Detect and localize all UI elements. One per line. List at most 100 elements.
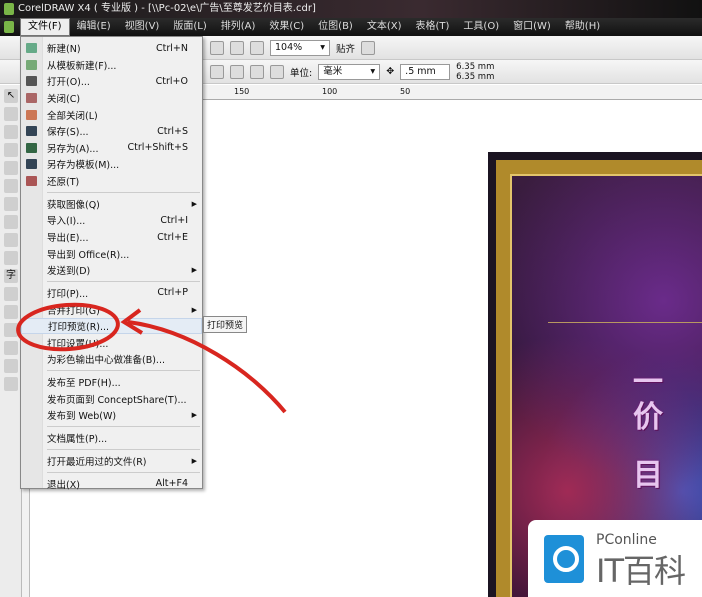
menu-item[interactable]: 打印(P)... Ctrl+P xyxy=(21,285,202,302)
menu-item[interactable]: 另存为模板(M)... xyxy=(21,156,202,173)
polygon-tool-icon[interactable] xyxy=(4,233,18,247)
toolbox: ↖ 字 xyxy=(0,85,22,597)
tooltip: 打印预览 xyxy=(203,316,248,333)
menu-5[interactable]: 效果(C) xyxy=(262,19,311,35)
duplicate-x-input[interactable]: 6.35 mm xyxy=(456,62,494,72)
menu-item-icon xyxy=(26,479,37,489)
menu-item[interactable]: 另存为(A)... Ctrl+Shift+S xyxy=(21,140,202,157)
application-launcher-icon[interactable] xyxy=(250,40,264,55)
menu-8[interactable]: 表格(T) xyxy=(409,19,457,35)
freehand-tool-icon[interactable] xyxy=(4,161,18,175)
effects-tool-icon[interactable] xyxy=(4,305,18,319)
menu-bar: 文件(F) 编辑(E) 视图(V) 版面(L) 排列(A) 效果(C) 位图(B) 文本(X)… xyxy=(0,18,702,36)
menu-item[interactable]: 导出(E)... Ctrl+E xyxy=(21,229,202,246)
options-icon[interactable] xyxy=(361,40,376,55)
table-tool-icon[interactable] xyxy=(4,287,18,301)
menu-item[interactable]: 合并打印(G) ▶ xyxy=(21,301,202,318)
menu-item-label: 发送到(D) xyxy=(47,266,91,278)
menu-item-icon xyxy=(26,176,37,187)
menu-6[interactable]: 位图(B) xyxy=(311,19,360,35)
menu-item-icon xyxy=(26,456,37,466)
zoom-select[interactable]: 104% ▾ xyxy=(270,39,330,56)
ellipse-tool-icon[interactable] xyxy=(4,215,18,229)
fill-tool-icon[interactable] xyxy=(4,359,18,373)
menu-item[interactable]: 发布到 Web(W) ▶ xyxy=(21,407,202,424)
menu-item[interactable]: 发布至 PDF(H)... xyxy=(21,374,202,391)
poster-char: 价 xyxy=(633,400,663,435)
menu-item-icon xyxy=(26,305,37,315)
menu-3[interactable]: 版面(L) xyxy=(166,19,213,35)
landscape-icon[interactable] xyxy=(230,64,244,79)
nudge-input[interactable]: .5 mm xyxy=(400,63,451,80)
menu-item-label: 打印预览(R)... xyxy=(48,322,110,334)
menu-item-icon xyxy=(26,199,37,209)
shape-tool-icon[interactable] xyxy=(4,107,18,121)
menu-item-label: 获取图像(Q) xyxy=(47,199,100,211)
menu-item-label: 还原(T) xyxy=(47,177,80,189)
menu-item[interactable]: 从模板新建(F)... xyxy=(21,57,202,74)
menu-item-icon xyxy=(26,265,37,275)
outline-tool-icon[interactable] xyxy=(4,341,18,355)
menu-7[interactable]: 文本(X) xyxy=(360,19,409,35)
basic-shapes-icon[interactable] xyxy=(4,251,18,265)
menu-item-label: 关闭(C) xyxy=(47,94,81,106)
menu-item-label: 另存为模板(M)... xyxy=(47,160,120,172)
menu-item-label: 打印设置(U)... xyxy=(47,338,109,350)
menu-item[interactable]: 全部关闭(L) xyxy=(21,106,202,123)
submenu-arrow-icon: ▶ xyxy=(191,266,197,275)
menu-item[interactable]: 文档属性(P)... xyxy=(21,430,202,447)
zoom-tool-icon[interactable] xyxy=(4,143,18,157)
menu-item[interactable]: 保存(S)... Ctrl+S xyxy=(21,123,202,140)
menu-item[interactable]: 获取图像(Q) ▶ xyxy=(21,196,202,213)
menu-9[interactable]: 工具(O) xyxy=(456,19,506,35)
menu-item-shortcut: Ctrl+I xyxy=(160,214,188,226)
menu-10[interactable]: 窗口(W) xyxy=(506,19,558,35)
menu-item-icon xyxy=(26,142,37,153)
menu-item[interactable]: 打开最近用过的文件(R) ▶ xyxy=(21,453,202,470)
menu-item[interactable]: 导入(I)... Ctrl+I xyxy=(21,212,202,229)
menu-4[interactable]: 排列(A) xyxy=(214,19,263,35)
pick-tool-icon[interactable]: ↖ xyxy=(4,89,18,103)
menu-item[interactable]: 新建(N) Ctrl+N xyxy=(21,40,202,57)
interactive-fill-icon[interactable] xyxy=(4,377,18,391)
menu-separator xyxy=(47,370,200,372)
smart-fill-icon[interactable] xyxy=(4,179,18,193)
menu-item-label: 另存为(A)... xyxy=(47,143,99,155)
menu-item[interactable]: 退出(X) Alt+F4 xyxy=(21,475,202,492)
export-icon[interactable] xyxy=(230,40,244,55)
menu-1[interactable]: 编辑(E) xyxy=(70,19,118,35)
all-pages-icon[interactable] xyxy=(250,64,264,79)
menu-item[interactable]: 打印预览(R)... xyxy=(21,317,202,335)
menu-2[interactable]: 视图(V) xyxy=(118,19,167,35)
menu-item-icon xyxy=(26,377,37,387)
menu-item[interactable]: 发送到(D) ▶ xyxy=(21,262,202,279)
menu-item[interactable]: 发布页面到 ConceptShare(T)... xyxy=(21,390,202,407)
menu-item[interactable]: 打印设置(U)... xyxy=(21,334,202,351)
rectangle-tool-icon[interactable] xyxy=(4,197,18,211)
menu-0[interactable]: 文件(F) xyxy=(20,18,70,36)
eyedropper-tool-icon[interactable] xyxy=(4,323,18,337)
poster-char: 目 xyxy=(633,458,663,493)
menu-separator xyxy=(47,426,200,428)
unit-value: 毫米 xyxy=(323,65,343,77)
menu-item[interactable]: 关闭(C) xyxy=(21,90,202,107)
menu-item-label: 全部关闭(L) xyxy=(47,110,98,122)
menu-11[interactable]: 帮助(H) xyxy=(558,19,607,35)
text-tool-icon[interactable]: 字 xyxy=(4,269,18,283)
menu-item[interactable]: 还原(T) xyxy=(21,173,202,190)
menu-item-label: 发布至 PDF(H)... xyxy=(47,378,121,390)
unit-label: 单位: xyxy=(290,67,313,79)
portrait-icon[interactable] xyxy=(210,64,224,79)
snap-dropdown[interactable]: 贴齐 xyxy=(336,41,355,55)
current-page-icon[interactable] xyxy=(270,64,284,79)
menu-item-icon xyxy=(26,159,37,170)
import-icon[interactable] xyxy=(210,40,224,55)
menu-item[interactable]: 导出到 Office(R)... xyxy=(21,245,202,262)
submenu-arrow-icon: ▶ xyxy=(191,411,197,420)
ruler-tick-label: 100 xyxy=(322,87,338,96)
crop-tool-icon[interactable] xyxy=(4,125,18,139)
menu-item[interactable]: 为彩色输出中心做准备(B)... xyxy=(21,351,202,368)
duplicate-y-input[interactable]: 6.35 mm xyxy=(456,72,494,82)
unit-select[interactable]: 毫米 ▾ xyxy=(318,63,381,80)
menu-item[interactable]: 打开(O)... Ctrl+O xyxy=(21,73,202,90)
